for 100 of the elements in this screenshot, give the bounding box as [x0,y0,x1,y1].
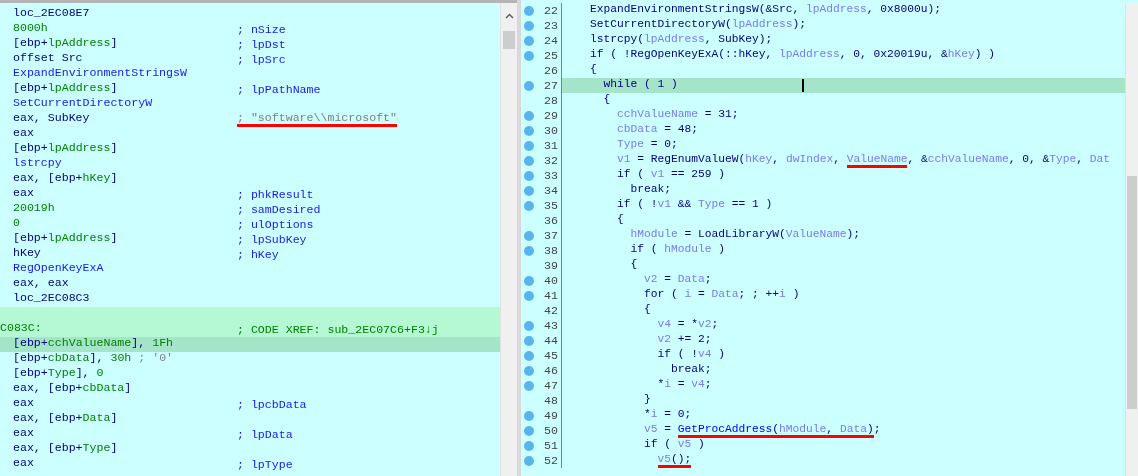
code-line: SetCurrentDirectoryW [13,97,154,111]
line-number: 47 [543,378,558,393]
line-marker-icon[interactable] [524,380,534,391]
code-line: v5(); [590,454,692,466]
line-marker-icon[interactable] [524,275,534,286]
code-line: if ( hModule ) [629,244,726,256]
code-line: eax, [ebp+cbData] [13,382,133,396]
line-marker-icon[interactable] [524,410,534,421]
line-marker-icon[interactable] [524,155,534,166]
code-line: eax [13,427,35,441]
line-number: 48 [543,393,558,408]
code-line: eax, SubKey [13,112,91,126]
line-number: 41 [543,288,558,303]
line-number: 45 [543,348,558,363]
line-marker-icon[interactable] [524,425,534,436]
code-line: break; [670,364,712,376]
line-number: 30 [543,123,558,138]
line-number: 36 [543,213,558,228]
line-marker-icon[interactable] [524,440,534,451]
code-comment: ; phkResult [237,187,314,202]
code-line: 8000h [13,22,49,36]
line-marker-icon[interactable] [524,35,534,46]
code-line: v1 = RegEnumValueW(hKey, dwIndex, ValueName, &cchValueName, 0, &Type, Dat [590,154,1110,166]
code-line: { [629,259,638,271]
line-marker-icon[interactable] [524,170,534,181]
line-marker-icon[interactable] [524,365,534,376]
line-number: 50 [543,423,558,438]
line-marker-icon[interactable] [524,20,534,31]
code-line: if ( v5 ) [643,439,705,451]
code-line: eax, [ebp+Data] [13,412,119,426]
line-number: 46 [543,363,558,378]
line-marker-icon[interactable] [524,290,534,301]
code-line: 20019h [13,202,56,216]
code-line: { [602,94,611,106]
code-line: hModule = LoadLibraryW(ValueName); [629,229,861,241]
code-line: Type = 0; [616,139,678,151]
line-marker-icon[interactable] [524,125,534,136]
line-number: 25 [543,48,558,63]
line-number: 26 [543,63,558,78]
code-line: v5 = GetProcAddress(hModule, Data); [590,424,881,436]
code-comment: ; lpcbData [237,397,307,412]
code-comment: ; samDesired [237,202,321,217]
line-marker-icon[interactable] [524,140,534,151]
line-marker-icon[interactable] [524,5,534,16]
code-line: if ( !v1 && Type == 1 ) [616,199,773,211]
code-line: [ebp+lpAddress] [13,232,119,246]
code-line: if ( v1 == 259 ) [616,169,726,181]
code-line: v2 = Data; [643,274,712,286]
scrollbar[interactable] [500,3,517,476]
code-line: { [590,64,597,76]
code-line: lstrcpy(lpAddress, SubKey); [590,34,773,46]
line-marker-icon[interactable] [524,350,534,361]
code-line: ExpandEnvironmentStringsW(&Src, lpAddress, 0x8000u); [590,4,942,16]
code-line: cchValueName = 31; [616,109,739,121]
line-number: 42 [543,303,558,318]
line-marker-icon[interactable] [524,50,534,61]
code-comment: ; lpData [237,427,293,442]
selected-row[interactable]: [ebp+cchValueName], 1Fh [0,337,500,352]
code-comment: ; lpType [237,457,293,472]
line-marker-icon[interactable] [524,455,534,466]
code-comment: ; lpDst [237,37,286,52]
line-marker-icon[interactable] [524,185,534,196]
line-marker-icon[interactable] [524,80,534,91]
scrollbar[interactable] [1125,3,1138,476]
text-cursor [802,79,804,92]
line-number: 37 [543,228,558,243]
code-line: eax, [ebp+Type] [13,442,119,456]
code-line: break; [629,184,672,196]
line-marker-icon[interactable] [524,320,534,331]
code-line: *i = 0; [643,409,692,421]
code-comment: ; CODE XREF: sub_2EC07C6+F3↓j [237,322,439,337]
line-number: 23 [543,18,558,33]
code-line: offset Src [13,52,84,66]
line-number: 39 [543,258,558,273]
code-line: eax, [ebp+hKey] [13,172,119,186]
code-comment: ; lpSrc [237,52,286,67]
code-line: lstrcpy [13,157,63,171]
label-row[interactable]: C083C: ; CODE XREF: sub_2EC07C6+F3↓j [0,322,500,337]
code-line: [ebp+Type], 0 [13,367,105,381]
line-number: 28 [543,93,558,108]
scrollbar-thumb[interactable] [1127,176,1137,409]
line-marker-icon[interactable] [524,110,534,121]
code-line: { [616,214,624,226]
line-marker-icon[interactable] [524,245,534,256]
line-number: 34 [543,183,558,198]
code-line: eax [13,187,35,201]
line-number: 29 [543,108,558,123]
scroll-up-icon[interactable] [504,13,514,19]
code-line: [ebp+cchValueName], 1Fh [13,337,175,351]
code-line: hKey [13,247,42,261]
code-line: [ebp+lpAddress] [13,82,119,96]
code-line: eax, eax [13,277,70,291]
line-marker-icon[interactable] [524,335,534,346]
code-comment: ; nSize [237,22,286,37]
scrollbar-thumb[interactable] [503,31,515,49]
code-comment: ; "software\\microsoft" [237,112,398,127]
line-marker-icon[interactable] [524,230,534,241]
code-line: eax [13,397,35,411]
code-line: loc_2EC08C3 [13,292,91,306]
line-marker-icon[interactable] [524,200,534,211]
